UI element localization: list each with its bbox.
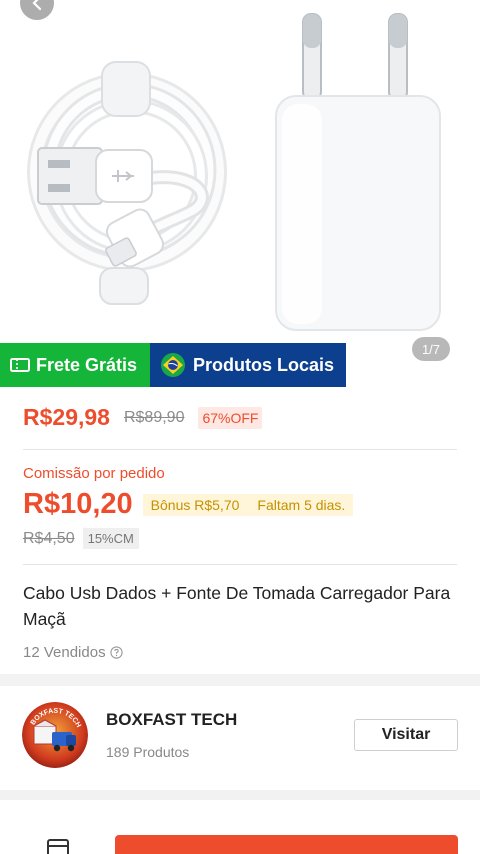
shop-name[interactable]: BOXFAST TECH <box>106 710 237 730</box>
shop-avatar[interactable]: BOXFAST TECH <box>22 702 88 768</box>
product-info: R$29,98 R$89,90 67%OFF Comissão por pedi… <box>0 388 480 674</box>
product-title: Cabo Usb Dados + Fonte De Tomada Carrega… <box>23 583 451 629</box>
shop-product-count: 189 Produtos <box>106 744 190 760</box>
price-row: R$29,98 R$89,90 67%OFF <box>23 404 263 431</box>
product-image <box>27 13 441 331</box>
divider <box>23 449 457 450</box>
original-price: R$89,90 <box>123 408 185 426</box>
sold-count: 12 Vendidos <box>23 644 123 661</box>
old-commission-value: R$4,50 <box>23 529 75 547</box>
bottom-action-bar <box>0 800 480 854</box>
brazil-flag-icon <box>161 353 185 377</box>
commission-label: Comissão por pedido <box>23 465 165 482</box>
free-shipping-badge: Frete Grátis <box>0 343 150 387</box>
shop-logo: BOXFAST TECH <box>22 702 88 768</box>
commission-rate-badge: 15%CM <box>82 528 139 549</box>
divider <box>23 564 457 565</box>
local-products-badge: Produtos Locais <box>150 343 346 387</box>
bonus-amount: Bônus R$5,70 <box>150 496 240 513</box>
commission-rate-row: R$4,50 15%CM <box>23 528 139 549</box>
sold-count-label: 12 Vendidos <box>23 644 106 661</box>
commission-row: R$10,20 Bônus R$5,70 Faltam 5 dias. <box>23 488 354 521</box>
image-counter: 1/7 <box>412 337 450 361</box>
commission-value: R$10,20 <box>23 488 133 520</box>
primary-action-button[interactable] <box>115 835 458 854</box>
bonus-remaining: Faltam 5 dias. <box>257 496 346 513</box>
visit-shop-button[interactable]: Visitar <box>354 719 458 751</box>
bonus-tag: Bônus R$5,70 Faltam 5 dias. <box>142 493 354 516</box>
shop-card: BOXFAST TECH BOXFAST TECH 189 Produtos V… <box>0 686 480 790</box>
product-image-gallery[interactable]: 1/7 <box>0 0 480 388</box>
store-icon[interactable] <box>45 836 71 854</box>
shipping-badges: Frete Grátis Produtos Locais <box>0 343 346 387</box>
current-price: R$29,98 <box>23 404 110 430</box>
back-arrow-icon <box>32 0 42 11</box>
discount-badge: 67%OFF <box>198 406 263 429</box>
help-icon[interactable] <box>109 646 123 659</box>
local-products-label: Produtos Locais <box>193 354 335 375</box>
ticket-icon <box>10 358 30 372</box>
free-shipping-label: Frete Grátis <box>36 354 138 375</box>
